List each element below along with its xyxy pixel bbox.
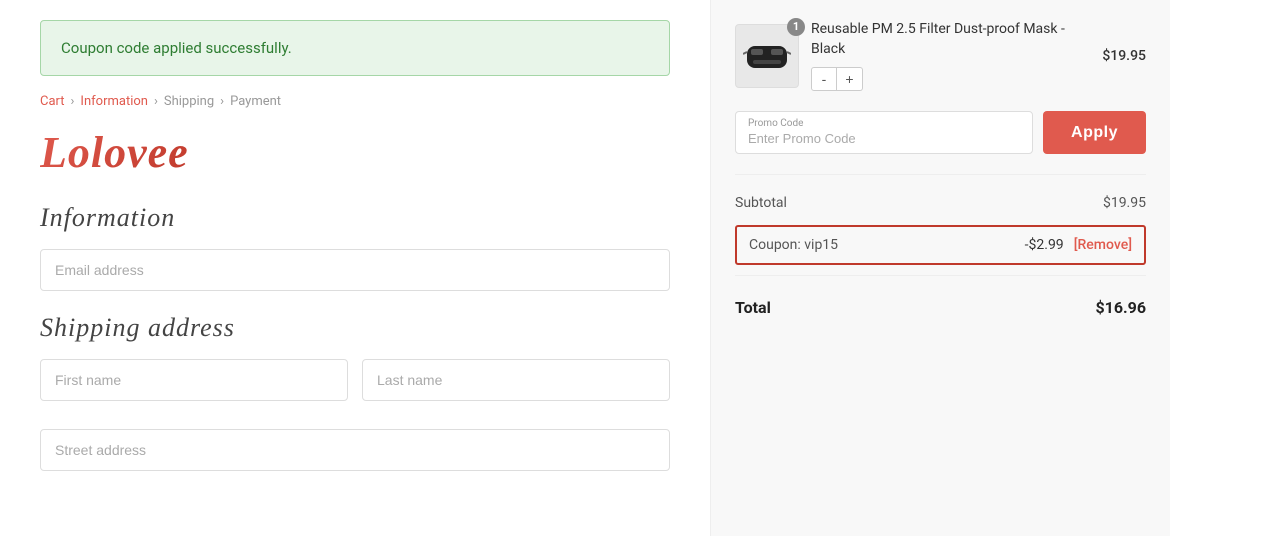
breadcrumb-information: Information [80, 94, 148, 109]
subtotal-row: Subtotal $19.95 [735, 185, 1146, 221]
coupon-discount: -$2.99 [1025, 237, 1064, 253]
coupon-right: -$2.99 [Remove] [1025, 237, 1132, 253]
breadcrumb-cart[interactable]: Cart [40, 94, 65, 109]
subtotal-label: Subtotal [735, 195, 787, 211]
quantity-increase-button[interactable]: + [837, 67, 863, 91]
quantity-controls: - + [811, 67, 1090, 91]
coupon-remove-button[interactable]: [Remove] [1074, 237, 1132, 253]
breadcrumb-sep3: › [220, 94, 224, 109]
promo-input-wrapper[interactable]: Promo Code [735, 111, 1033, 154]
product-quantity-badge: 1 [787, 18, 805, 36]
divider-2 [735, 275, 1146, 276]
mask-icon [743, 32, 791, 80]
logo: Lolovee [40, 127, 670, 179]
email-input[interactable] [40, 249, 670, 291]
first-name-input[interactable] [40, 359, 348, 401]
logo-text: Lolovee [40, 128, 189, 177]
quantity-decrease-button[interactable]: - [811, 67, 837, 91]
name-row [40, 359, 670, 415]
last-name-input[interactable] [362, 359, 670, 401]
right-panel: 1 Reusable PM 2.5 Filter Dust-proof Mask… [710, 0, 1170, 536]
coupon-row: Coupon: vip15 -$2.99 [Remove] [735, 225, 1146, 265]
left-panel: Coupon code applied successfully. Cart ›… [0, 0, 710, 536]
divider-1 [735, 174, 1146, 175]
coupon-label: Coupon: vip15 [749, 237, 838, 253]
success-banner: Coupon code applied successfully. [40, 20, 670, 76]
shipping-title: Shipping address [40, 313, 670, 343]
breadcrumb: Cart › Information › Shipping › Payment [40, 94, 670, 109]
information-title: Information [40, 203, 670, 233]
promo-code-label: Promo Code [748, 118, 1020, 129]
breadcrumb-payment: Payment [230, 94, 281, 109]
promo-code-input[interactable] [748, 131, 1020, 146]
breadcrumb-sep2: › [154, 94, 158, 109]
product-price: $19.95 [1102, 48, 1146, 64]
success-message: Coupon code applied successfully. [61, 39, 292, 57]
breadcrumb-sep1: › [71, 94, 75, 109]
product-name: Reusable PM 2.5 Filter Dust-proof Mask -… [811, 20, 1090, 59]
product-info: Reusable PM 2.5 Filter Dust-proof Mask -… [811, 20, 1090, 91]
product-row: 1 Reusable PM 2.5 Filter Dust-proof Mask… [735, 20, 1146, 91]
street-input[interactable] [40, 429, 670, 471]
apply-promo-button[interactable]: Apply [1043, 111, 1146, 154]
total-row: Total $16.96 [735, 286, 1146, 321]
subtotal-value: $19.95 [1103, 195, 1146, 211]
total-value: $16.96 [1095, 298, 1146, 317]
total-label: Total [735, 298, 771, 317]
breadcrumb-shipping: Shipping [164, 94, 214, 109]
product-image-wrapper: 1 [735, 24, 799, 88]
promo-row: Promo Code Apply [735, 111, 1146, 154]
